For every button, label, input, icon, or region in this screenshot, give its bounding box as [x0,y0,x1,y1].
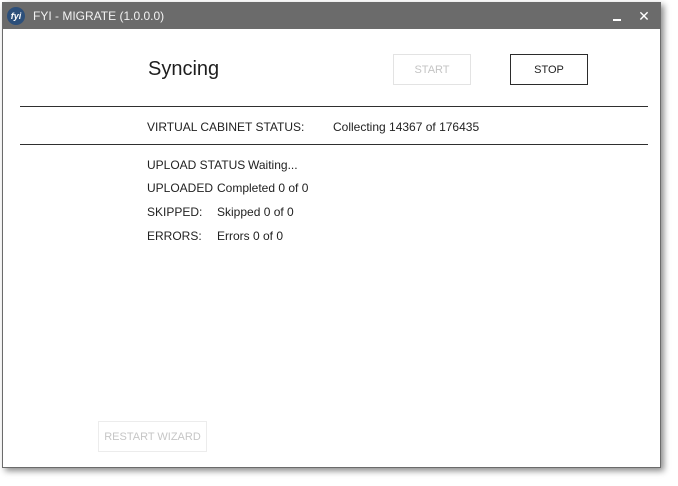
minimize-icon[interactable] [610,5,626,27]
upload-status-value: Waiting... [248,158,298,172]
close-icon[interactable]: ✕ [636,6,652,26]
skipped-label: SKIPPED: [147,205,203,219]
app-logo-icon: fyi [7,7,25,25]
stop-button[interactable]: STOP [510,54,588,85]
title-bar[interactable]: fyi FYI - MIGRATE (1.0.0.0) ✕ [3,3,660,29]
page-title: Syncing [148,58,220,80]
skipped-value: Skipped 0 of 0 [217,205,294,219]
errors-value: Errors 0 of 0 [217,229,284,243]
window-title: FYI - MIGRATE (1.0.0.0) [33,9,165,23]
cabinet-status-value: Collecting 14367 of 176435 [333,120,480,134]
uploaded-label: UPLOADED [147,181,214,195]
start-button[interactable]: START [393,54,471,85]
errors-label: ERRORS: [147,229,202,243]
app-window: fyi FYI - MIGRATE (1.0.0.0) ✕ Syncing ST… [2,2,661,468]
upload-status-label: UPLOAD STATUS [147,158,246,172]
divider-bottom [20,144,648,145]
restart-wizard-button[interactable]: RESTART WIZARD [98,421,207,452]
uploaded-value: Completed 0 of 0 [217,181,309,195]
cabinet-status-label: VIRTUAL CABINET STATUS: [147,120,305,134]
divider-top [20,106,648,107]
